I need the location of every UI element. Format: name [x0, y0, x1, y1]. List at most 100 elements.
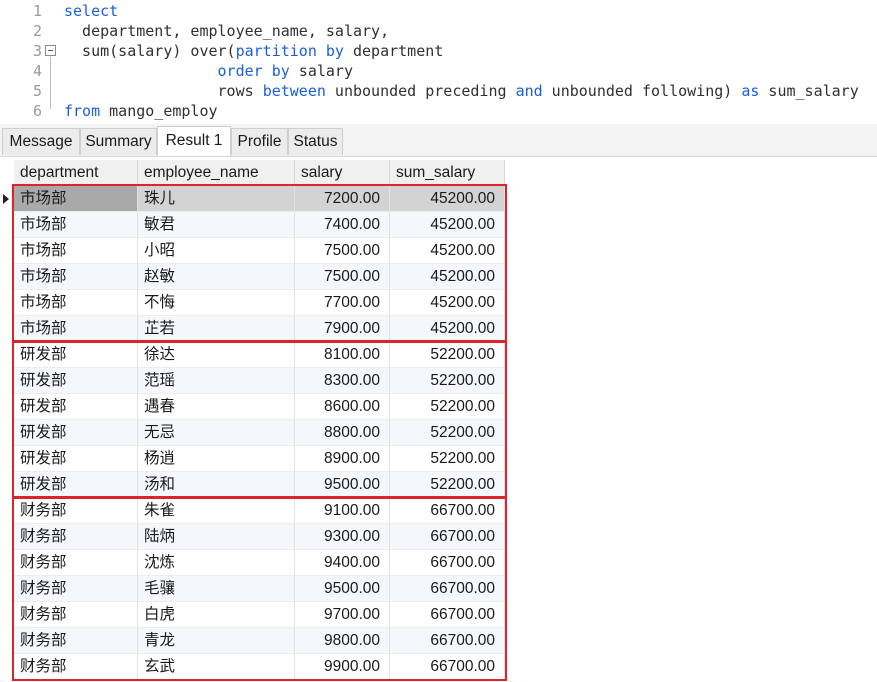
cell-salary[interactable]: 8900.00: [295, 446, 390, 472]
cell-department[interactable]: 财务部: [14, 550, 138, 576]
table-row[interactable]: 市场部 敏君 7400.00 45200.00: [0, 212, 505, 238]
cell-salary[interactable]: 7500.00: [295, 264, 390, 290]
cell-salary[interactable]: 9500.00: [295, 576, 390, 602]
cell-sum-salary[interactable]: 66700.00: [390, 654, 505, 680]
cell-salary[interactable]: 9800.00: [295, 628, 390, 654]
cell-employee-name[interactable]: 赵敏: [138, 264, 295, 290]
cell-employee-name[interactable]: 杨逍: [138, 446, 295, 472]
cell-department[interactable]: 研发部: [14, 342, 138, 368]
cell-salary[interactable]: 9700.00: [295, 602, 390, 628]
cell-salary[interactable]: 7400.00: [295, 212, 390, 238]
code-text[interactable]: select: [64, 1, 118, 21]
result-grid[interactable]: department employee_name salary sum_sala…: [0, 157, 877, 682]
cell-sum-salary[interactable]: 52200.00: [390, 472, 505, 498]
cell-sum-salary[interactable]: 66700.00: [390, 602, 505, 628]
table-row[interactable]: 市场部 小昭 7500.00 45200.00: [0, 238, 505, 264]
tab-profile[interactable]: Profile: [231, 128, 288, 155]
cell-employee-name[interactable]: 芷若: [138, 316, 295, 342]
cell-department[interactable]: 研发部: [14, 394, 138, 420]
cell-department[interactable]: 财务部: [14, 602, 138, 628]
code-line-2[interactable]: 2 department, employee_name, salary,: [0, 21, 877, 41]
code-text[interactable]: from mango_employ: [64, 101, 218, 121]
code-line-5[interactable]: 5 rows between unbounded preceding and u…: [0, 81, 877, 101]
cell-employee-name[interactable]: 范瑶: [138, 368, 295, 394]
cell-department[interactable]: 财务部: [14, 576, 138, 602]
cell-department[interactable]: 财务部: [14, 524, 138, 550]
cell-department[interactable]: 市场部: [14, 212, 138, 238]
cell-employee-name[interactable]: 毛骧: [138, 576, 295, 602]
cell-department[interactable]: 市场部: [14, 186, 138, 212]
cell-salary[interactable]: 9500.00: [295, 472, 390, 498]
table-row[interactable]: 财务部 陆炳 9300.00 66700.00: [0, 524, 505, 550]
cell-employee-name[interactable]: 玄武: [138, 654, 295, 680]
table-row[interactable]: 财务部 朱雀 9100.00 66700.00: [0, 498, 505, 524]
tab-message[interactable]: Message: [2, 128, 80, 155]
table-row[interactable]: 研发部 无忌 8800.00 52200.00: [0, 420, 505, 446]
cell-employee-name[interactable]: 敏君: [138, 212, 295, 238]
cell-sum-salary[interactable]: 66700.00: [390, 628, 505, 654]
cell-employee-name[interactable]: 不悔: [138, 290, 295, 316]
cell-employee-name[interactable]: 朱雀: [138, 498, 295, 524]
table-row[interactable]: 财务部 沈炼 9400.00 66700.00: [0, 550, 505, 576]
cell-sum-salary[interactable]: 66700.00: [390, 550, 505, 576]
cell-sum-salary[interactable]: 52200.00: [390, 342, 505, 368]
tab-status[interactable]: Status: [288, 128, 343, 155]
cell-department[interactable]: 市场部: [14, 238, 138, 264]
cell-department[interactable]: 研发部: [14, 472, 138, 498]
cell-sum-salary[interactable]: 52200.00: [390, 368, 505, 394]
cell-employee-name[interactable]: 小昭: [138, 238, 295, 264]
cell-department[interactable]: 研发部: [14, 368, 138, 394]
table-row[interactable]: 研发部 遇春 8600.00 52200.00: [0, 394, 505, 420]
cell-salary[interactable]: 9900.00: [295, 654, 390, 680]
code-line-3[interactable]: 3 sum(salary) over(partition by departme…: [0, 41, 877, 61]
cell-sum-salary[interactable]: 66700.00: [390, 524, 505, 550]
cell-salary[interactable]: 8600.00: [295, 394, 390, 420]
code-line-4[interactable]: 4 order by salary: [0, 61, 877, 81]
code-text[interactable]: sum(salary) over(partition by department: [64, 41, 443, 61]
sql-editor[interactable]: 1 select 2 department, employee_name, sala…: [0, 0, 877, 124]
cell-sum-salary[interactable]: 45200.00: [390, 238, 505, 264]
cell-salary[interactable]: 7700.00: [295, 290, 390, 316]
cell-salary[interactable]: 7500.00: [295, 238, 390, 264]
collapse-icon[interactable]: [45, 45, 56, 56]
cell-department[interactable]: 市场部: [14, 316, 138, 342]
cell-employee-name[interactable]: 汤和: [138, 472, 295, 498]
table-row[interactable]: 财务部 白虎 9700.00 66700.00: [0, 602, 505, 628]
cell-salary[interactable]: 9300.00: [295, 524, 390, 550]
table-row[interactable]: 财务部 毛骧 9500.00 66700.00: [0, 576, 505, 602]
cell-employee-name[interactable]: 遇春: [138, 394, 295, 420]
cell-employee-name[interactable]: 无忌: [138, 420, 295, 446]
table-row[interactable]: 研发部 汤和 9500.00 52200.00: [0, 472, 505, 498]
cell-department[interactable]: 研发部: [14, 420, 138, 446]
column-header-employee-name[interactable]: employee_name: [138, 160, 295, 186]
cell-salary[interactable]: 9100.00: [295, 498, 390, 524]
table-row[interactable]: 研发部 徐达 8100.00 52200.00: [0, 342, 505, 368]
cell-sum-salary[interactable]: 45200.00: [390, 264, 505, 290]
cell-sum-salary[interactable]: 45200.00: [390, 290, 505, 316]
code-line-6[interactable]: 6 from mango_employ: [0, 101, 877, 121]
cell-department[interactable]: 财务部: [14, 654, 138, 680]
cell-salary[interactable]: 8800.00: [295, 420, 390, 446]
table-row[interactable]: 市场部 赵敏 7500.00 45200.00: [0, 264, 505, 290]
cell-salary[interactable]: 7200.00: [295, 186, 390, 212]
cell-employee-name[interactable]: 徐达: [138, 342, 295, 368]
cell-department[interactable]: 市场部: [14, 264, 138, 290]
cell-department[interactable]: 财务部: [14, 498, 138, 524]
cell-sum-salary[interactable]: 66700.00: [390, 576, 505, 602]
code-line-1[interactable]: 1 select: [0, 1, 877, 21]
cell-sum-salary[interactable]: 52200.00: [390, 420, 505, 446]
cell-sum-salary[interactable]: 66700.00: [390, 498, 505, 524]
column-header-department[interactable]: department: [14, 160, 138, 186]
table-row[interactable]: 财务部 玄武 9900.00 66700.00: [0, 654, 505, 680]
cell-employee-name[interactable]: 陆炳: [138, 524, 295, 550]
cell-department[interactable]: 市场部: [14, 290, 138, 316]
cell-sum-salary[interactable]: 52200.00: [390, 394, 505, 420]
table-row[interactable]: 市场部 不悔 7700.00 45200.00: [0, 290, 505, 316]
cell-sum-salary[interactable]: 52200.00: [390, 446, 505, 472]
code-text[interactable]: order by salary: [64, 61, 353, 81]
cell-sum-salary[interactable]: 45200.00: [390, 212, 505, 238]
tab-result-1[interactable]: Result 1: [157, 126, 231, 156]
cell-department[interactable]: 研发部: [14, 446, 138, 472]
table-row[interactable]: 财务部 青龙 9800.00 66700.00: [0, 628, 505, 654]
code-text[interactable]: department, employee_name, salary,: [64, 21, 389, 41]
